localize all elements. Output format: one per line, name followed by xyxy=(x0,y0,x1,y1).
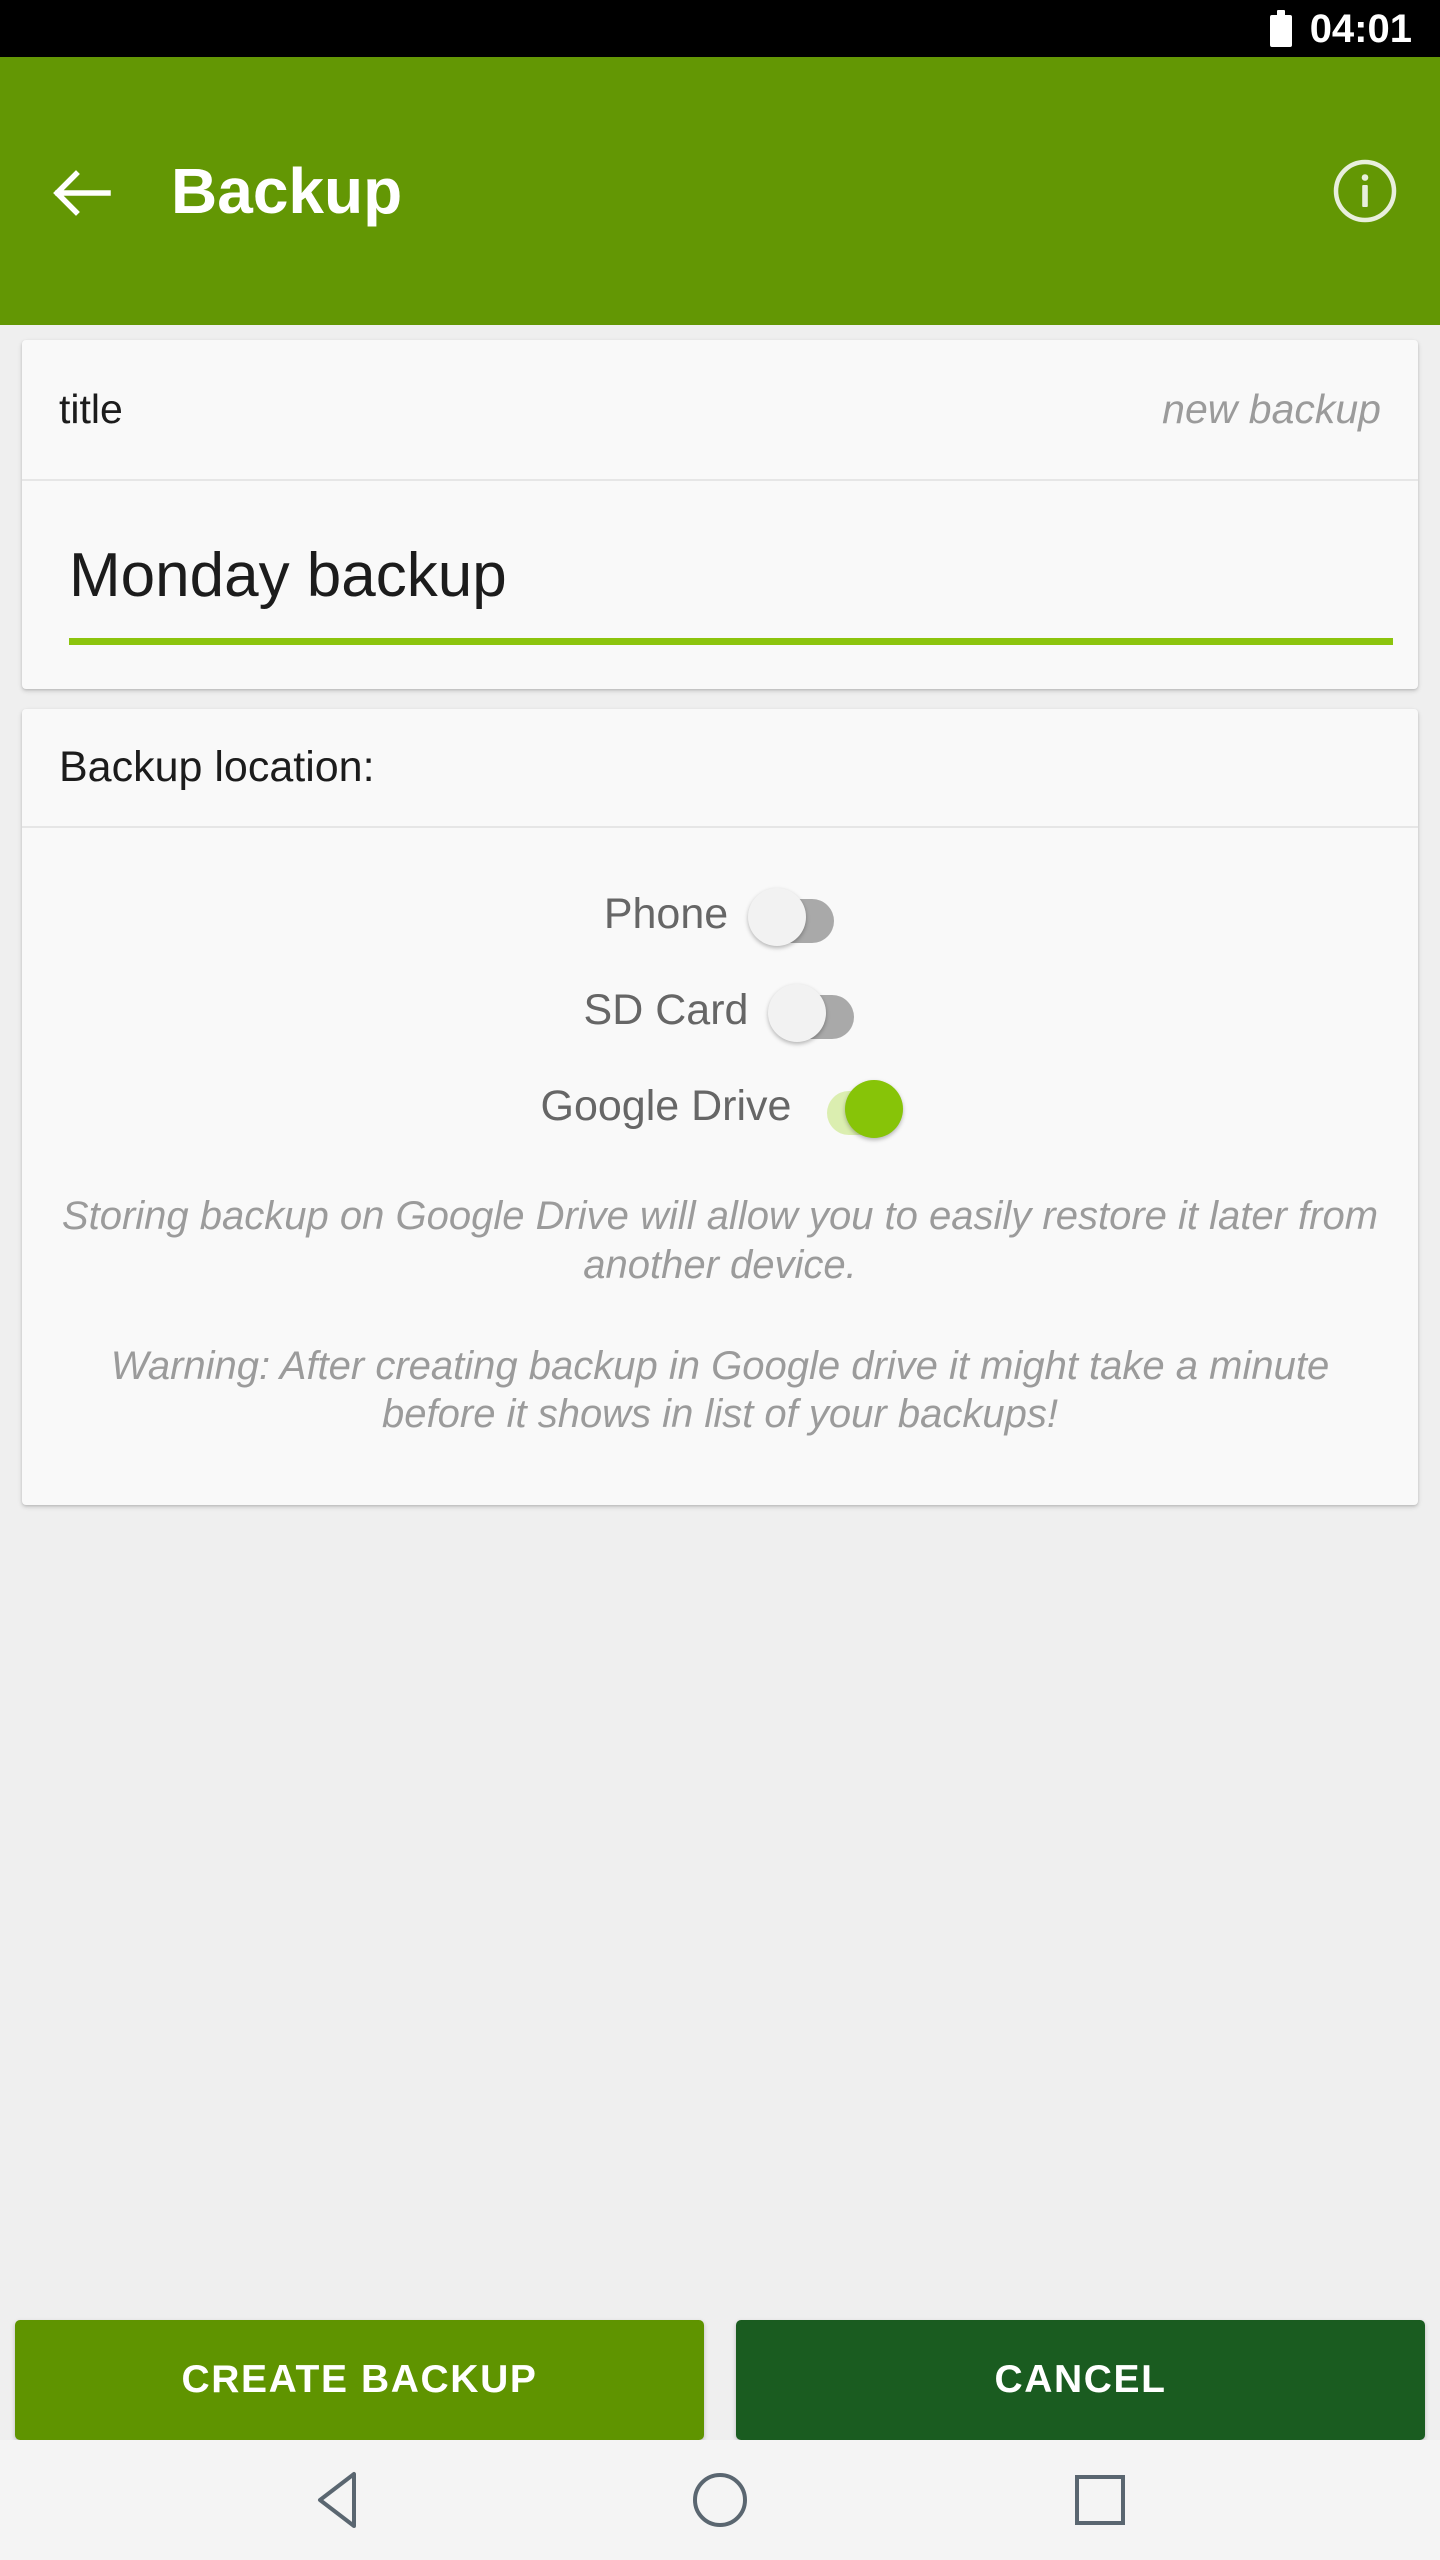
backup-location-card: Backup location: Phone SD Card Google Dr… xyxy=(22,709,1418,1506)
google-drive-info-note: Storing backup on Google Drive will allo… xyxy=(61,1194,1379,1287)
nav-recents-square-icon[interactable] xyxy=(1064,2464,1136,2536)
toggle-label-google-drive: Google Drive xyxy=(540,1081,792,1130)
backup-location-toggle-list: Phone SD Card Google Drive xyxy=(22,828,1418,1166)
toggle-switch-phone[interactable] xyxy=(748,888,836,947)
title-hint: new backup xyxy=(1162,386,1381,432)
backup-location-header: Backup location: xyxy=(22,709,1418,829)
backup-location-label: Backup location: xyxy=(59,743,375,792)
cancel-button[interactable]: CANCEL xyxy=(736,2320,1425,2440)
create-backup-button[interactable]: CREATE BACKUP xyxy=(15,2320,704,2440)
toggle-row-google-drive[interactable]: Google Drive xyxy=(22,1058,1418,1154)
toggle-row-phone[interactable]: Phone xyxy=(22,866,1418,962)
nav-home-circle-icon[interactable] xyxy=(684,2464,756,2536)
toggle-switch-sd-card[interactable] xyxy=(768,984,856,1043)
page-title: Backup xyxy=(171,155,403,227)
toggle-label-phone: Phone xyxy=(603,889,729,938)
info-icon[interactable] xyxy=(1332,158,1398,224)
toggle-row-sd-card[interactable]: SD Card xyxy=(22,962,1418,1058)
app-bar: Backup xyxy=(0,57,1440,325)
action-button-bar: CREATE BACKUP CANCEL xyxy=(0,2320,1440,2440)
battery-full-icon xyxy=(1269,10,1292,47)
title-card-header: title new backup xyxy=(22,340,1418,481)
content-scroll-area: title new backup Monday backup Backup lo… xyxy=(0,325,1440,2560)
nav-back-triangle-icon[interactable] xyxy=(304,2464,376,2536)
title-input-wrapper: Monday backup xyxy=(22,481,1418,689)
back-arrow-icon[interactable] xyxy=(50,162,112,224)
android-navigation-bar xyxy=(0,2440,1440,2560)
status-bar: 04:01 xyxy=(0,0,1440,57)
google-drive-warning-note: Warning: After creating backup in Google… xyxy=(110,1343,1330,1437)
title-label: title xyxy=(59,386,123,432)
backup-title-input[interactable]: Monday backup xyxy=(69,543,1393,646)
title-card: title new backup Monday backup xyxy=(22,340,1418,690)
toggle-switch-google-drive[interactable] xyxy=(815,1080,904,1139)
status-bar-clock: 04:01 xyxy=(1309,6,1412,51)
toggle-label-sd-card: SD Card xyxy=(583,985,749,1034)
